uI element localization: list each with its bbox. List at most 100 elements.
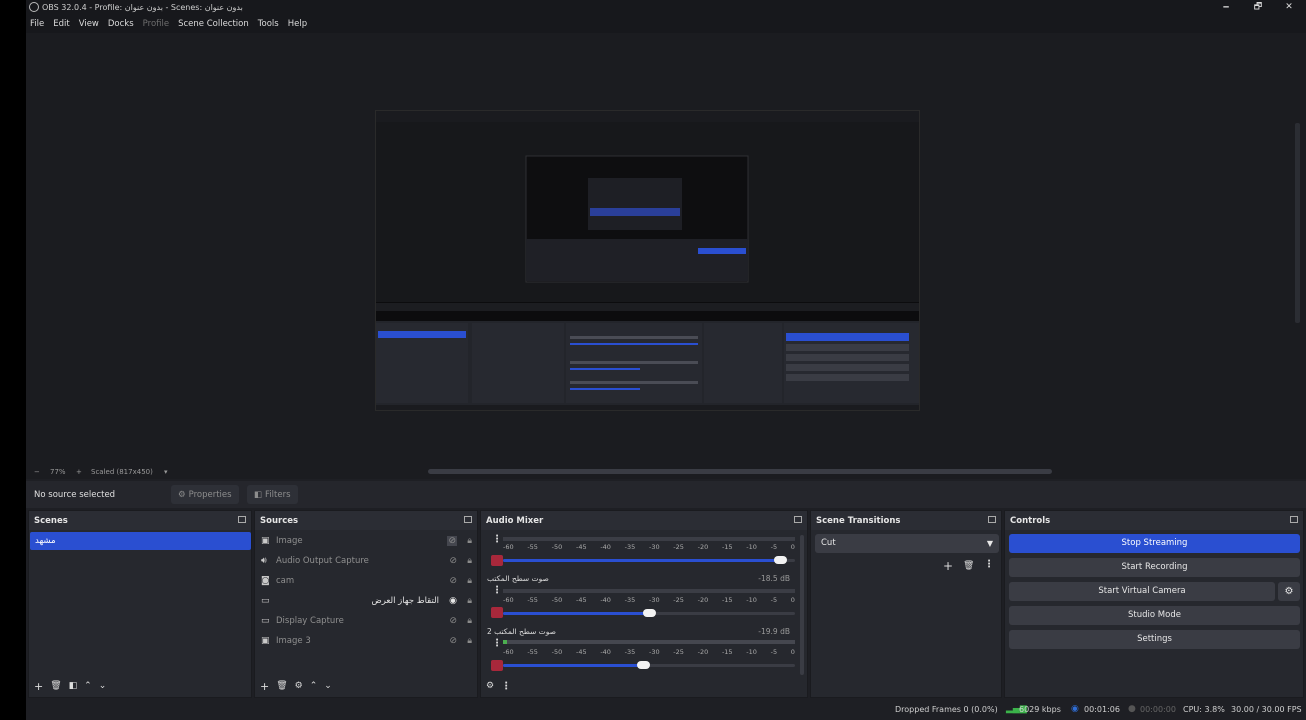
lock-icon[interactable]: 🔒︎: [467, 596, 472, 606]
menu-edit[interactable]: Edit: [53, 19, 69, 29]
eye-hidden-icon[interactable]: ⊘: [449, 556, 457, 566]
zoom-out-button[interactable]: −: [34, 468, 40, 476]
scene-item[interactable]: مشهد: [30, 532, 251, 550]
properties-button[interactable]: ⚙ Properties: [171, 485, 239, 504]
chevron-down-icon[interactable]: ▾: [164, 468, 168, 476]
status-bar: Dropped Frames 0 (0.0%) ▂▄▆ 6029 kbps ◉ …: [26, 700, 1306, 720]
channel-menu-icon[interactable]: ⋮: [492, 638, 502, 649]
add-source-icon[interactable]: +: [260, 680, 269, 693]
mute-button[interactable]: [491, 555, 503, 566]
start-recording-button[interactable]: Start Recording: [1009, 558, 1300, 577]
scale-tick: -50: [551, 543, 563, 551]
remove-transition-icon[interactable]: 🗑: [963, 561, 974, 571]
move-up-icon[interactable]: ⌃: [84, 681, 92, 691]
source-properties-icon[interactable]: ⚙: [295, 681, 303, 691]
camera-icon: ◙: [261, 576, 270, 586]
scenes-toolbar: + 🗑 ◧ ⌃ ⌄: [29, 675, 251, 697]
channel-db: -18.5 dB: [758, 574, 790, 583]
stop-streaming-button[interactable]: Stop Streaming: [1009, 534, 1300, 553]
advanced-audio-icon[interactable]: ⚙: [486, 681, 494, 691]
lock-icon[interactable]: 🔒︎: [467, 576, 472, 586]
studio-mode-button[interactable]: Studio Mode: [1009, 606, 1300, 625]
transition-select[interactable]: Cut ▼: [815, 534, 999, 553]
scale-tick: -30: [648, 648, 660, 656]
scale-tick: -50: [551, 596, 563, 604]
scale-tick: -10: [746, 596, 757, 604]
source-item[interactable]: ▭ التقاط جهاز العرض ◉ 🔒︎: [261, 592, 475, 610]
remove-scene-icon[interactable]: 🗑: [50, 681, 61, 691]
virtual-camera-settings-gear-icon[interactable]: ⚙: [1278, 582, 1300, 601]
scale-tick: -45: [575, 648, 587, 656]
move-down-icon[interactable]: ⌄: [324, 681, 332, 691]
scene-filters-icon[interactable]: ◧: [69, 681, 78, 691]
mute-button[interactable]: [491, 660, 503, 671]
undock-icon[interactable]: [238, 516, 246, 523]
volume-meter: [503, 589, 795, 593]
scale-tick: -40: [600, 596, 611, 604]
eye-hidden-icon[interactable]: ⊘: [449, 636, 457, 646]
menu-file[interactable]: File: [30, 19, 44, 29]
scale-tick: -25: [673, 543, 684, 551]
scene-transitions-dock: Scene Transitions Cut ▼ + 🗑 ⋮: [810, 510, 1002, 698]
preview-vertical-scrollbar[interactable]: [1295, 123, 1300, 323]
undock-icon[interactable]: [1290, 516, 1298, 523]
zoom-bar: − 77% + Scaled (817x450) ▾: [26, 465, 1306, 479]
fader-handle[interactable]: [774, 556, 787, 564]
filters-button[interactable]: ◧ Filters: [247, 485, 298, 504]
eye-icon[interactable]: ◉: [449, 596, 457, 606]
add-scene-icon[interactable]: +: [34, 680, 43, 693]
transition-menu-icon[interactable]: ⋮: [984, 559, 994, 570]
fader-handle[interactable]: [643, 609, 656, 617]
lock-icon[interactable]: 🔒︎: [467, 616, 472, 626]
undock-icon[interactable]: [794, 516, 802, 523]
scene-transitions-dock-header: Scene Transitions: [811, 511, 1001, 530]
audio-mixer-dock-title: Audio Mixer: [486, 515, 544, 526]
preview-area[interactable]: [26, 33, 1306, 465]
mixer-scrollbar[interactable]: [800, 535, 804, 675]
eye-hidden-icon[interactable]: ⊘: [449, 576, 457, 586]
menu-view[interactable]: View: [79, 19, 99, 29]
menu-help[interactable]: Help: [288, 19, 307, 29]
maximize-button[interactable]: 🗗: [1243, 0, 1273, 15]
meter-scale: -60 -55 -50 -45 -40 -35 -30 -25 -20 -15 -10 -5 0: [503, 648, 795, 656]
eye-hidden-icon[interactable]: ⊘: [447, 536, 457, 546]
lock-icon[interactable]: 🔒︎: [467, 636, 472, 646]
source-item[interactable]: ▣ Image ⊘ 🔒︎: [261, 532, 475, 550]
volume-fader[interactable]: [503, 661, 795, 669]
move-down-icon[interactable]: ⌄: [99, 681, 107, 691]
menu-tools[interactable]: Tools: [258, 19, 279, 29]
eye-hidden-icon[interactable]: ⊘: [449, 616, 457, 626]
speaker-icon: 🔊︎: [261, 556, 267, 566]
lock-icon[interactable]: 🔒︎: [467, 536, 472, 546]
source-item[interactable]: ▭ Display Capture ⊘ 🔒︎: [261, 612, 475, 630]
channel-menu-icon[interactable]: ⋮: [492, 534, 502, 545]
mute-button[interactable]: [491, 607, 503, 618]
preview-horizontal-scrollbar[interactable]: [428, 469, 1052, 474]
channel-menu-icon[interactable]: ⋮: [492, 585, 502, 596]
volume-fader[interactable]: [503, 556, 795, 564]
lock-icon[interactable]: 🔒︎: [467, 556, 472, 566]
source-label: Image 3: [276, 636, 311, 646]
program-preview[interactable]: [375, 110, 920, 411]
settings-button[interactable]: Settings: [1009, 630, 1300, 649]
move-up-icon[interactable]: ⌃: [310, 681, 318, 691]
volume-fader[interactable]: [503, 609, 795, 617]
add-transition-icon[interactable]: +: [943, 559, 953, 573]
start-virtual-camera-button[interactable]: Start Virtual Camera: [1009, 582, 1275, 601]
source-item[interactable]: ▣ Image 3 ⊘ 🔒︎: [261, 632, 475, 650]
menu-profile[interactable]: Profile: [143, 19, 169, 29]
menu-scene-collection[interactable]: Scene Collection: [178, 19, 249, 29]
mixer-menu-icon[interactable]: ⋮: [501, 681, 511, 692]
scale-tick: -60: [503, 596, 514, 604]
fader-handle[interactable]: [637, 661, 650, 669]
source-item[interactable]: ◙ cam ⊘ 🔒︎: [261, 572, 475, 590]
remove-source-icon[interactable]: 🗑: [276, 681, 287, 691]
menu-docks[interactable]: Docks: [108, 19, 134, 29]
undock-icon[interactable]: [464, 516, 472, 523]
zoom-in-button[interactable]: +: [76, 468, 82, 476]
scale-tick: -35: [624, 543, 636, 551]
minimize-button[interactable]: 🗕: [1211, 0, 1241, 15]
source-item[interactable]: 🔊︎ Audio Output Capture ⊘ 🔒︎: [261, 552, 475, 570]
undock-icon[interactable]: [988, 516, 996, 523]
close-button[interactable]: ✕: [1274, 0, 1304, 15]
